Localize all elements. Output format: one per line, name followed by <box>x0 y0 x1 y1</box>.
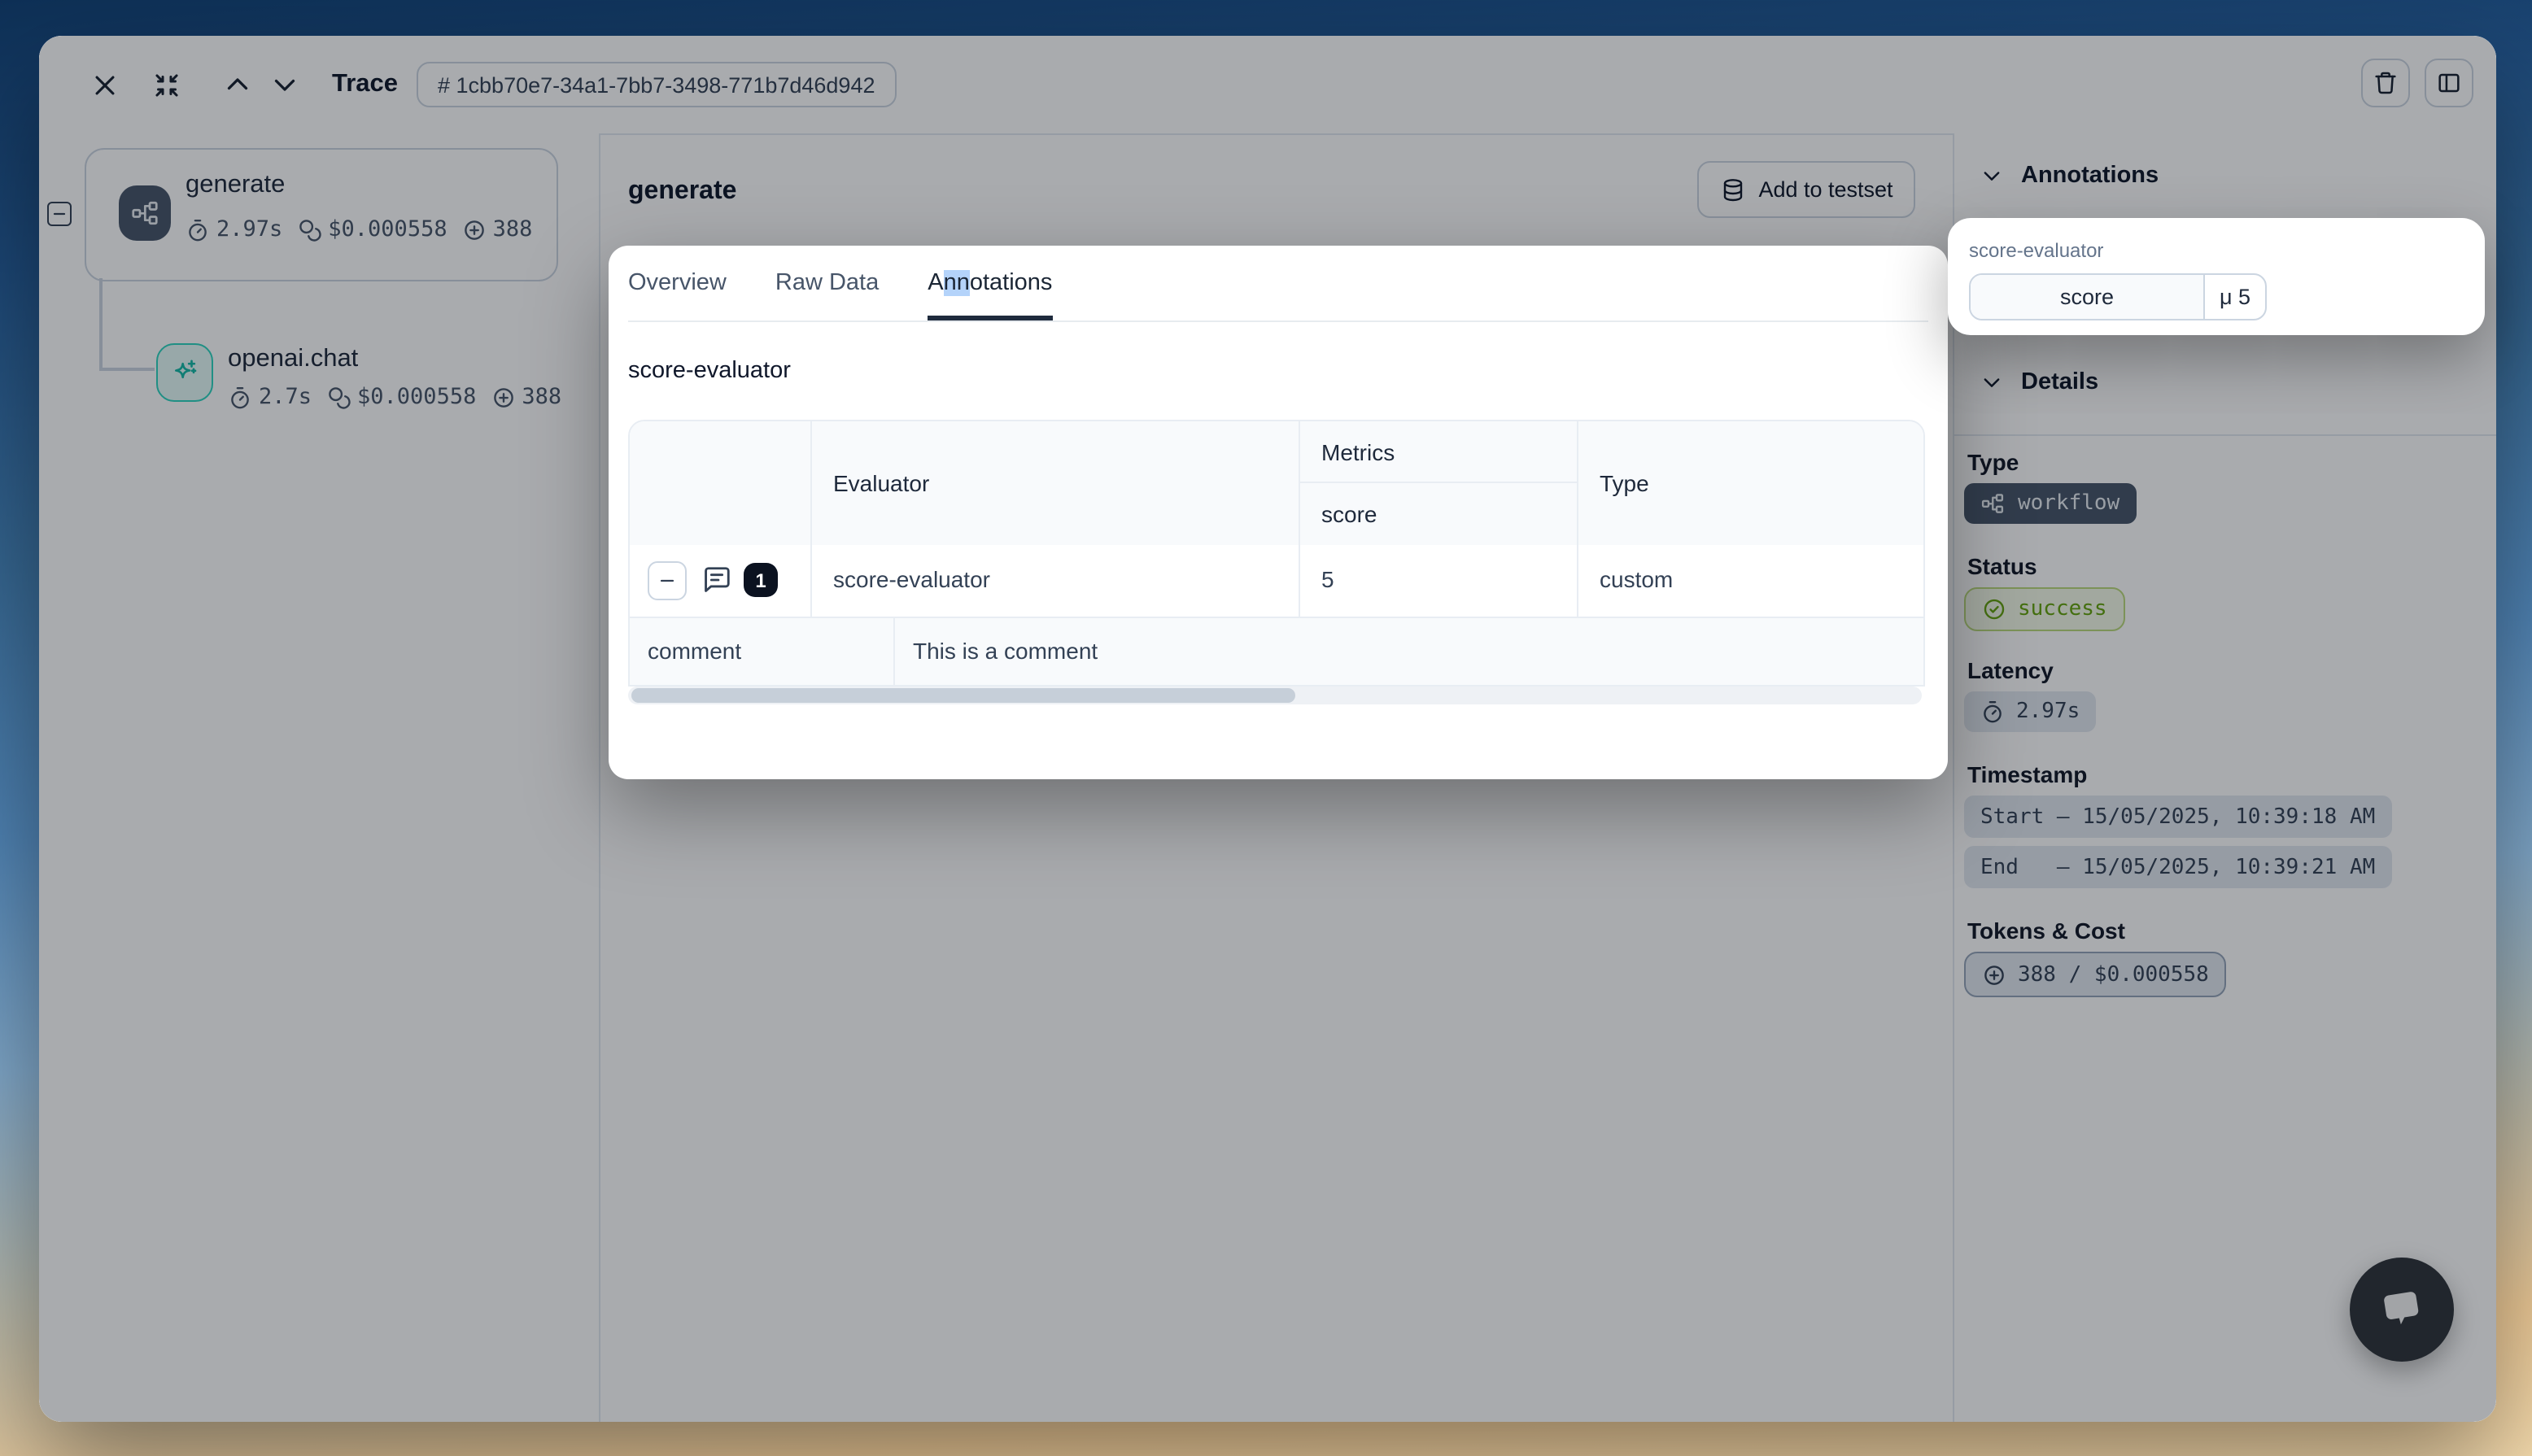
evaluator-heading: score-evaluator <box>628 358 791 384</box>
evaluator-name-label: score-evaluator <box>1969 239 2103 262</box>
tab-annotations[interactable]: Annotations <box>928 246 1052 320</box>
divider <box>893 618 895 687</box>
table-header: Evaluator Metrics score Type <box>630 421 1923 547</box>
screen: Trace # 1cbb70e7-34a1-7bb7-3498-771b7d46… <box>0 0 2532 1456</box>
tab-bar: Overview Raw Data Annotations <box>628 246 1928 322</box>
divider <box>810 421 812 545</box>
score-evaluator-card: score-evaluator score μ 5 <box>1948 218 2485 335</box>
column-header-type: Type <box>1600 470 1649 496</box>
annotations-table: Evaluator Metrics score Type 1 score-eva… <box>628 420 1925 687</box>
horizontal-scrollbar <box>628 687 1922 704</box>
divider <box>1299 421 1300 545</box>
column-subheader-score: score <box>1321 501 1377 527</box>
comment-icon[interactable] <box>701 565 732 595</box>
divider <box>1299 482 1577 483</box>
minus-icon <box>657 571 677 591</box>
metric-mean-segment[interactable]: μ 5 <box>2205 275 2265 319</box>
comment-value: This is a comment <box>913 638 1098 664</box>
divider <box>1577 421 1578 545</box>
tab-raw-data[interactable]: Raw Data <box>775 246 879 320</box>
column-header-evaluator: Evaluator <box>833 470 929 496</box>
table-row: 1 score-evaluator 5 custom <box>630 545 1923 617</box>
tab-overview[interactable]: Overview <box>628 246 727 320</box>
annotations-popover: Overview Raw Data Annotations score-eval… <box>609 246 1948 779</box>
divider <box>810 545 812 617</box>
metric-name-segment[interactable]: score <box>1971 275 2205 319</box>
column-header-metrics: Metrics <box>1321 439 1395 465</box>
cell-type: custom <box>1600 566 1673 592</box>
collapse-row-button[interactable] <box>648 561 687 600</box>
comment-count-badge[interactable]: 1 <box>744 563 778 597</box>
divider <box>1577 545 1578 617</box>
cell-evaluator: score-evaluator <box>833 566 990 592</box>
comment-key: comment <box>648 638 741 664</box>
divider <box>1299 545 1300 617</box>
comment-row: comment This is a comment <box>630 617 1923 687</box>
scrollbar-thumb[interactable] <box>631 688 1295 703</box>
cell-score: 5 <box>1321 566 1334 592</box>
text-selection: nn <box>944 269 970 295</box>
metric-pill: score μ 5 <box>1969 273 2267 320</box>
